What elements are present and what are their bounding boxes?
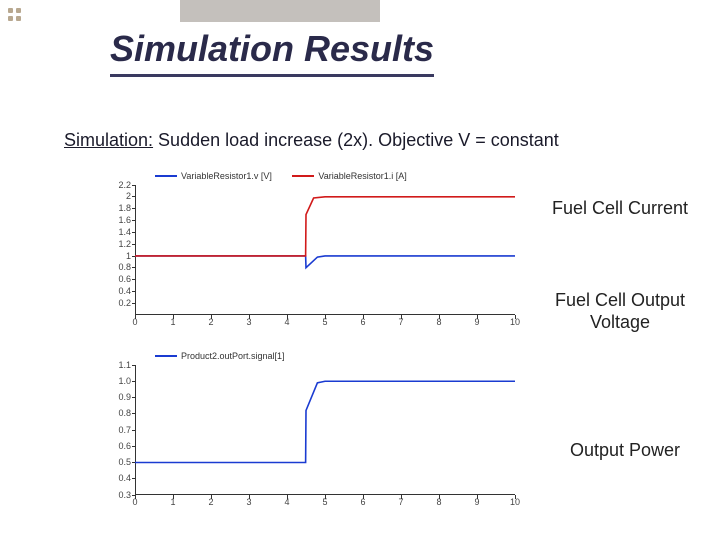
simulation-subtitle: Simulation: Sudden load increase (2x). O…	[64, 130, 559, 151]
y-tick-label: 0.8	[95, 262, 131, 272]
y-tick-label: 0.6	[95, 274, 131, 284]
y-tick-label: 0.2	[95, 298, 131, 308]
chart-bottom-panel: Product2.outPort.signal[1] 0.3 0.4 0.5 0.6 0…	[95, 350, 525, 510]
annotation-fuel-cell-current: Fuel Cell Current	[530, 198, 710, 220]
chart1-legend: VariableResistor1.v [V] VariableResistor…	[155, 170, 525, 181]
subtitle-rest: Sudden load increase (2x). Objective V =…	[153, 130, 559, 150]
y-tick-label: 2	[95, 191, 131, 201]
page-title: Simulation Results	[110, 28, 434, 77]
subtitle-prefix: Simulation:	[64, 130, 153, 150]
y-tick-label: 1.2	[95, 239, 131, 249]
y-tick-label: 2.2	[95, 180, 131, 190]
series-output_power	[135, 381, 515, 462]
y-tick-label: 0.8	[95, 408, 131, 418]
legend-swatch-blue	[155, 355, 177, 357]
y-tick-label: 0.4	[95, 473, 131, 483]
y-tick-label: 0.5	[95, 457, 131, 467]
y-tick-label: 1.1	[95, 360, 131, 370]
chart-top-panel: VariableResistor1.v [V] VariableResistor…	[95, 170, 525, 330]
top-bar-decor	[180, 0, 380, 22]
legend-swatch-blue	[155, 175, 177, 177]
y-tick-label: 0.9	[95, 392, 131, 402]
chart2-plot-area: 0.30.40.50.60.70.80.91.01.1012345678910	[95, 365, 525, 510]
y-tick-label: 1	[95, 251, 131, 261]
y-tick-label: 0.7	[95, 425, 131, 435]
legend-label-voltage: VariableResistor1.v [V]	[181, 171, 272, 181]
series-current_A	[135, 196, 515, 255]
y-tick-label: 0.6	[95, 441, 131, 451]
annotation-fuel-cell-voltage: Fuel Cell Output Voltage	[530, 290, 710, 333]
chart1-plot-area: 0.20.40.60.811.21.41.61.822.201234567891…	[95, 185, 525, 330]
y-tick-label: 1.6	[95, 215, 131, 225]
legend-swatch-red	[292, 175, 314, 177]
legend-label-current: VariableResistor1.i [A]	[318, 171, 406, 181]
legend-label-power: Product2.outPort.signal[1]	[181, 351, 285, 361]
y-tick-label: 1.8	[95, 203, 131, 213]
series-voltage_V	[135, 256, 515, 268]
y-tick-label: 0.3	[95, 490, 131, 500]
annotation-voltage-l2: Voltage	[590, 312, 650, 332]
annotation-output-power: Output Power	[540, 440, 710, 462]
annotation-voltage-l1: Fuel Cell Output	[555, 290, 685, 310]
chart2-legend: Product2.outPort.signal[1]	[155, 350, 525, 361]
y-tick-label: 1.0	[95, 376, 131, 386]
y-tick-label: 1.4	[95, 227, 131, 237]
corner-ornament-icon	[8, 8, 28, 28]
y-tick-label: 0.4	[95, 286, 131, 296]
